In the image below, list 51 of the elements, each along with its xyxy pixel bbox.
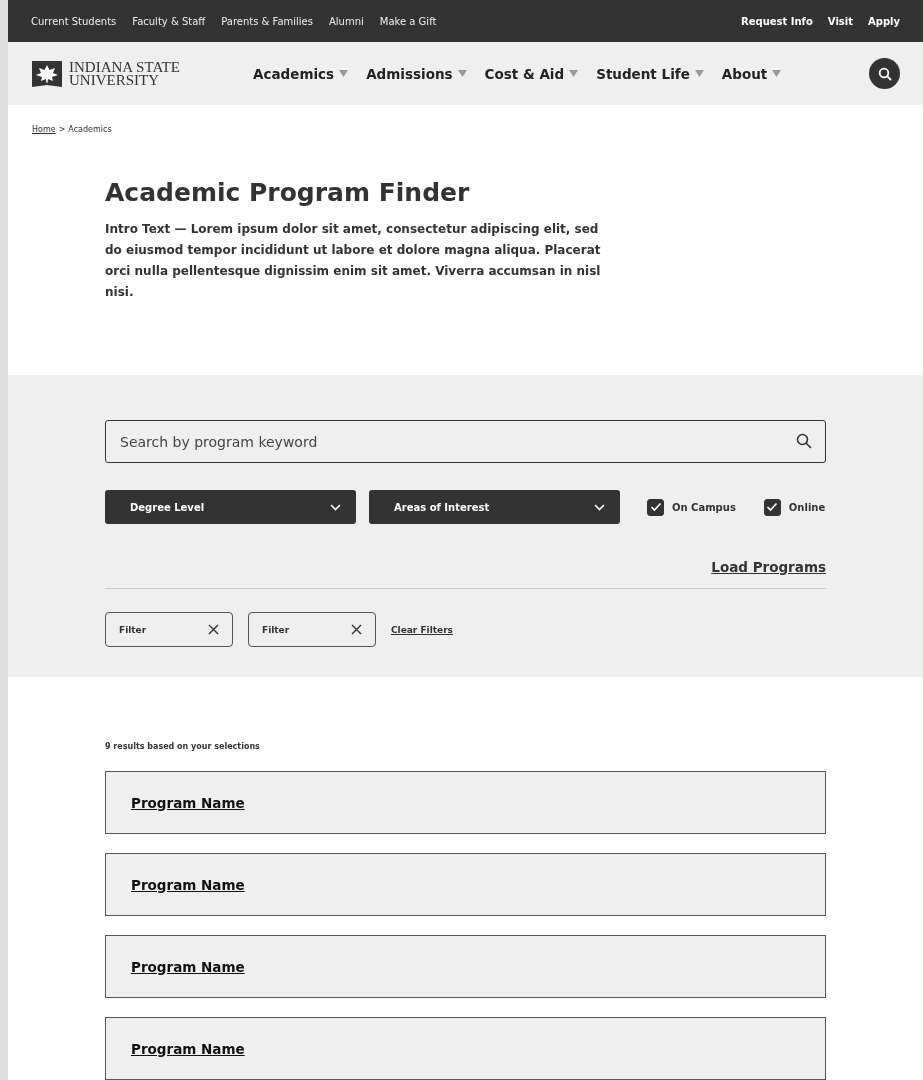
search-field[interactable]: Search by program keyword [105, 420, 826, 463]
utility-link[interactable]: Alumni [328, 15, 364, 27]
utility-link[interactable]: Apply [868, 15, 900, 27]
chevron-icon [330, 503, 341, 511]
close-icon [351, 624, 362, 635]
program-link[interactable]: Program Name [131, 958, 245, 975]
utility-link[interactable]: Make a Gift [379, 15, 437, 27]
breadcrumb-current: Academics [68, 125, 112, 136]
load-programs-link[interactable]: Load Programs [711, 559, 826, 575]
checkbox-label[interactable]: On Campus [647, 498, 736, 516]
program-link[interactable]: Program Name [131, 794, 245, 811]
page-title: Academic Program Finder [105, 178, 471, 207]
logo-text: UNIVERSITY [69, 73, 159, 87]
utility-link[interactable]: Visit [827, 15, 853, 27]
results-count: 9 results based on your selections [105, 742, 261, 751]
caret-icon [457, 70, 467, 77]
close-icon [208, 624, 219, 635]
clear-filters-link[interactable]: Clear Filters [391, 624, 453, 635]
utility-link[interactable]: Current Students [31, 15, 117, 27]
caret-icon [772, 70, 782, 77]
intro-text: Intro Text — Lorem ipsum dolor sit amet, consectetur adipiscing elit, sed do eiusmod tempor incididunt ut labore et dolore magna aliqua. Placerat orci nulla pellentesque dignissim enim sit amet. Viverra accumsan in nisl nisi. [105, 221, 602, 301]
breadcrumb-separator: > [58, 125, 66, 136]
dropdown[interactable]: Degree Level [105, 490, 356, 524]
check-icon [649, 502, 662, 512]
nav-menu-item[interactable]: Student Life [596, 65, 704, 82]
utility-link[interactable]: Request Info [741, 15, 813, 27]
nav-menu-item[interactable]: Cost & Aid [484, 65, 579, 82]
nav-menu-item[interactable]: Admissions [366, 65, 467, 82]
checkbox[interactable] [763, 498, 781, 516]
utility-link[interactable]: Parents & Families [221, 15, 313, 27]
dropdown[interactable]: Areas of Interest [369, 490, 620, 524]
logo-text: INDIANA STATE [69, 60, 180, 74]
program-link[interactable]: Program Name [131, 1040, 245, 1057]
nav-menu-item[interactable]: Academics [253, 65, 349, 82]
search-button[interactable] [869, 58, 900, 89]
utility-link[interactable]: Faculty & Staff [132, 15, 206, 27]
caret-icon [694, 70, 704, 77]
check-icon [766, 502, 779, 512]
filter-chip[interactable]: Filter [248, 612, 376, 647]
search-icon [796, 433, 812, 449]
caret-icon [569, 70, 579, 77]
leaf-logo-icon [31, 58, 63, 89]
checkbox[interactable] [647, 498, 664, 516]
search-icon [877, 66, 892, 81]
filter-chip[interactable]: Filter [105, 612, 233, 647]
program-link[interactable]: Program Name [131, 876, 245, 893]
chevron-icon [594, 503, 605, 511]
nav-menu-item[interactable]: About [721, 65, 782, 82]
caret-icon [339, 70, 349, 77]
breadcrumb-link[interactable]: Home [32, 125, 56, 140]
checkbox-label[interactable]: Online [763, 498, 826, 516]
